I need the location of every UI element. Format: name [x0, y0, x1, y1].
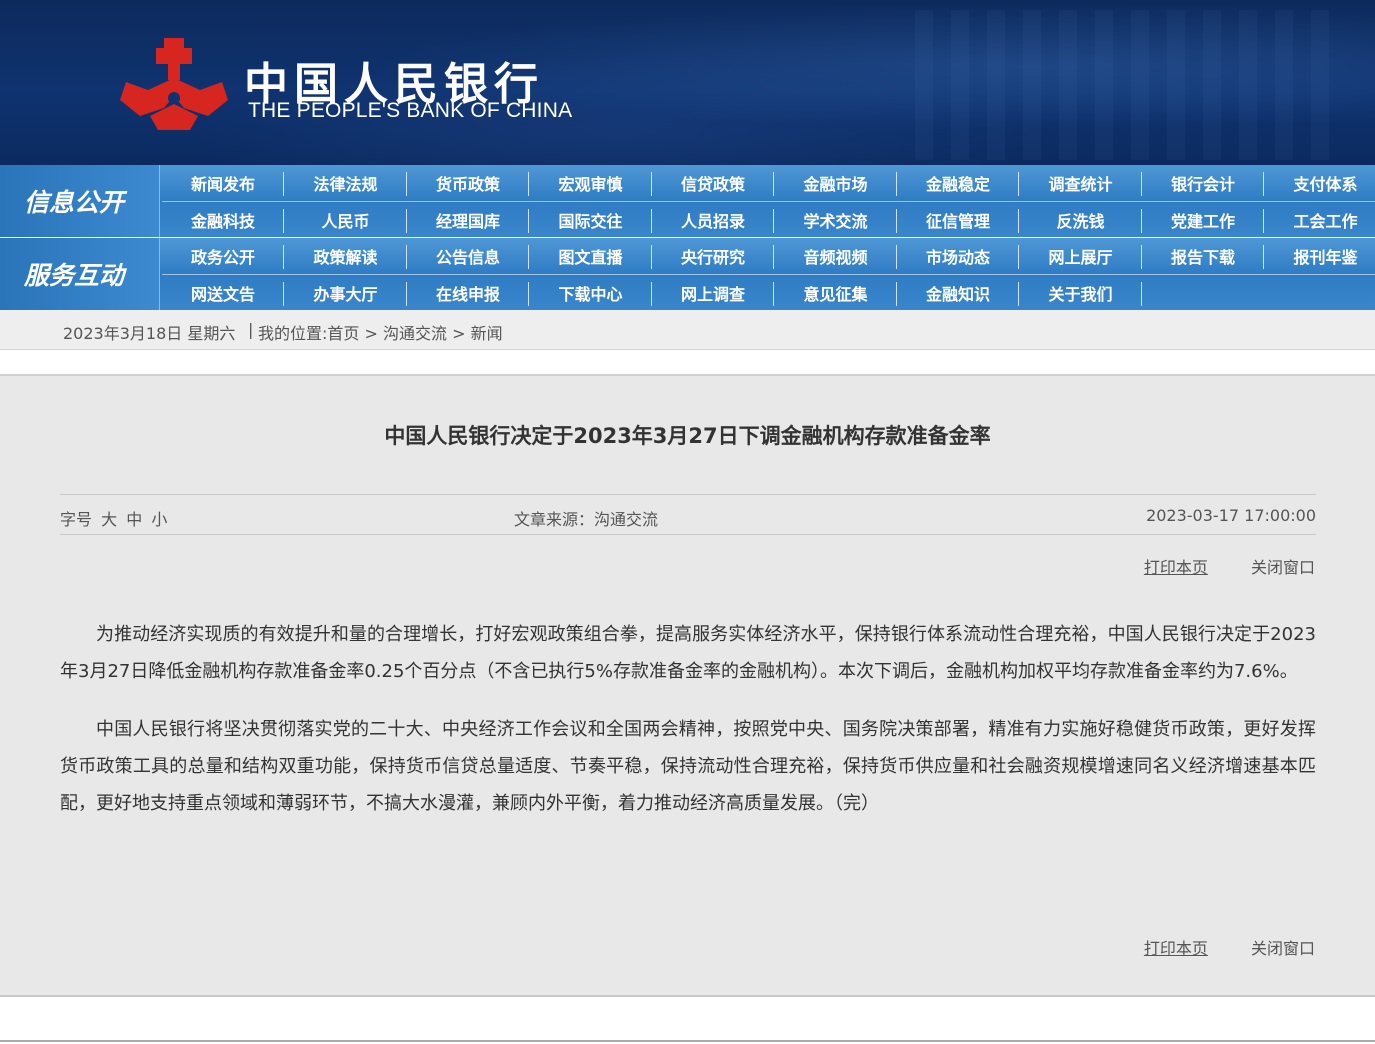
nav-row-service: 服务互动 政务公开 政策解读 公告信息 图文直播 央行研究 音频视频 市场动态 网上展厅 报告下… — [0, 238, 1375, 310]
nav-item[interactable]: 网送文告 — [162, 275, 284, 311]
article-source: 文章来源：沟通交流 — [514, 510, 659, 529]
breadcrumb: 我的位置:首页 > 沟通交流 > 新闻 — [258, 324, 503, 343]
nav-item[interactable]: 调查统计 — [1020, 165, 1142, 201]
nav-item[interactable]: 下载中心 — [530, 275, 652, 311]
font-size-large-button[interactable]: 大 — [101, 510, 117, 529]
breadcrumb-separator: | — [248, 320, 254, 339]
nav-item[interactable]: 征信管理 — [897, 202, 1019, 238]
nav-item[interactable]: 人民币 — [285, 202, 407, 238]
main-navigation: 信息公开 新闻发布 法律法规 货币政策 宏观审慎 信贷政策 金融市场 金融稳定 调查统计 银行会… — [0, 165, 1375, 310]
nav-item[interactable]: 网上调查 — [652, 275, 774, 311]
nav-item[interactable]: 反洗钱 — [1020, 202, 1142, 238]
nav-item[interactable]: 意见征集 — [775, 275, 897, 311]
nav-item[interactable]: 市场动态 — [897, 238, 1019, 274]
header-banner: 中国人民银行 THE PEOPLE'S BANK OF CHINA — [0, 0, 1375, 165]
nav-item[interactable]: 报告下载 — [1142, 238, 1264, 274]
nav-item[interactable]: 音频视频 — [775, 238, 897, 274]
article-panel: 中国人民银行决定于2023年3月27日下调金融机构存款准备金率 字号 大 中 小… — [0, 374, 1375, 997]
print-page-link[interactable]: 打印本页 — [1144, 558, 1208, 577]
article-actions-top: 打印本页 关闭窗口 — [1144, 554, 1315, 578]
nav-item[interactable]: 党建工作 — [1142, 202, 1264, 238]
article-datetime: 2023-03-17 17:00:00 — [1146, 506, 1316, 525]
article-actions-bottom: 打印本页 关闭窗口 — [1144, 935, 1315, 959]
nav-item[interactable]: 信贷政策 — [652, 165, 774, 201]
nav-item[interactable]: 金融稳定 — [897, 165, 1019, 201]
nav-item[interactable]: 在线申报 — [407, 275, 529, 311]
nav-item[interactable]: 工会工作 — [1265, 202, 1375, 238]
nav-item[interactable]: 办事大厅 — [285, 275, 407, 311]
font-size-label: 字号 — [60, 510, 93, 529]
pboc-logo-icon[interactable] — [120, 38, 228, 130]
breadcrumb-bar: 2023年3月18日 星期六 | 我的位置:首页 > 沟通交流 > 新闻 — [0, 310, 1375, 350]
current-date: 2023年3月18日 星期六 — [63, 324, 236, 343]
nav-item[interactable]: 法律法规 — [285, 165, 407, 201]
nav-row-info: 信息公开 新闻发布 法律法规 货币政策 宏观审慎 信贷政策 金融市场 金融稳定 调查统计 银行会… — [0, 165, 1375, 237]
font-size-medium-button[interactable]: 中 — [126, 510, 142, 529]
nav-item[interactable]: 国际交往 — [530, 202, 652, 238]
article-meta: 字号 大 中 小 文章来源：沟通交流 2023-03-17 17:00:00 — [60, 494, 1316, 535]
nav-item[interactable]: 政策解读 — [285, 238, 407, 274]
breadcrumb-communication-link[interactable]: 沟通交流 — [383, 324, 447, 343]
banner-decoration — [915, 10, 1335, 160]
nav-item[interactable]: 宏观审慎 — [530, 165, 652, 201]
nav-item[interactable]: 人员招录 — [652, 202, 774, 238]
nav-item[interactable]: 报刊年鉴 — [1265, 238, 1375, 274]
nav-item[interactable]: 货币政策 — [407, 165, 529, 201]
article-paragraph: 为推动经济实现质的有效提升和量的合理增长，打好宏观政策组合拳，提高服务实体经济水… — [60, 624, 1316, 682]
article-body: 为推动经济实现质的有效提升和量的合理增长，打好宏观政策组合拳，提高服务实体经济水… — [60, 616, 1316, 822]
breadcrumb-location-label: 我的位置: — [258, 324, 328, 343]
breadcrumb-news-link[interactable]: 新闻 — [471, 324, 503, 343]
nav-item[interactable]: 支付体系 — [1265, 165, 1375, 201]
font-size-control: 字号 大 中 小 — [60, 506, 167, 530]
nav-item[interactable]: 学术交流 — [775, 202, 897, 238]
nav-items-info: 新闻发布 法律法规 货币政策 宏观审慎 信贷政策 金融市场 金融稳定 调查统计 银行会计 支付体系… — [162, 165, 1375, 237]
nav-category-info-disclosure[interactable]: 信息公开 — [0, 165, 160, 237]
nav-item[interactable]: 图文直播 — [530, 238, 652, 274]
nav-category-service-interaction[interactable]: 服务互动 — [0, 238, 160, 310]
nav-item[interactable]: 金融知识 — [897, 275, 1019, 311]
nav-item[interactable]: 新闻发布 — [162, 165, 284, 201]
nav-item[interactable]: 网上展厅 — [1020, 238, 1142, 274]
nav-item[interactable]: 银行会计 — [1142, 165, 1264, 201]
nav-item[interactable]: 金融科技 — [162, 202, 284, 238]
nav-item[interactable]: 公告信息 — [407, 238, 529, 274]
nav-items-service: 政务公开 政策解读 公告信息 图文直播 央行研究 音频视频 市场动态 网上展厅 报告下载 报刊年鉴… — [162, 238, 1375, 310]
nav-item[interactable]: 关于我们 — [1020, 275, 1142, 311]
article-paragraph: 中国人民银行将坚决贯彻落实党的二十大、中央经济工作会议和全国两会精神，按照党中央… — [60, 719, 1316, 814]
font-size-small-button[interactable]: 小 — [151, 510, 167, 529]
close-window-link[interactable]: 关闭窗口 — [1251, 558, 1315, 577]
article-title: 中国人民银行决定于2023年3月27日下调金融机构存款准备金率 — [384, 424, 991, 448]
print-page-link[interactable]: 打印本页 — [1144, 939, 1208, 958]
bank-name-english: THE PEOPLE'S BANK OF CHINA — [248, 99, 573, 122]
nav-item[interactable]: 政务公开 — [162, 238, 284, 274]
nav-item[interactable]: 金融市场 — [775, 165, 897, 201]
nav-item[interactable]: 经理国库 — [407, 202, 529, 238]
nav-item[interactable]: 央行研究 — [652, 238, 774, 274]
footer-divider — [0, 1040, 1375, 1042]
breadcrumb-home-link[interactable]: 首页 — [327, 324, 359, 343]
close-window-link[interactable]: 关闭窗口 — [1251, 939, 1315, 958]
